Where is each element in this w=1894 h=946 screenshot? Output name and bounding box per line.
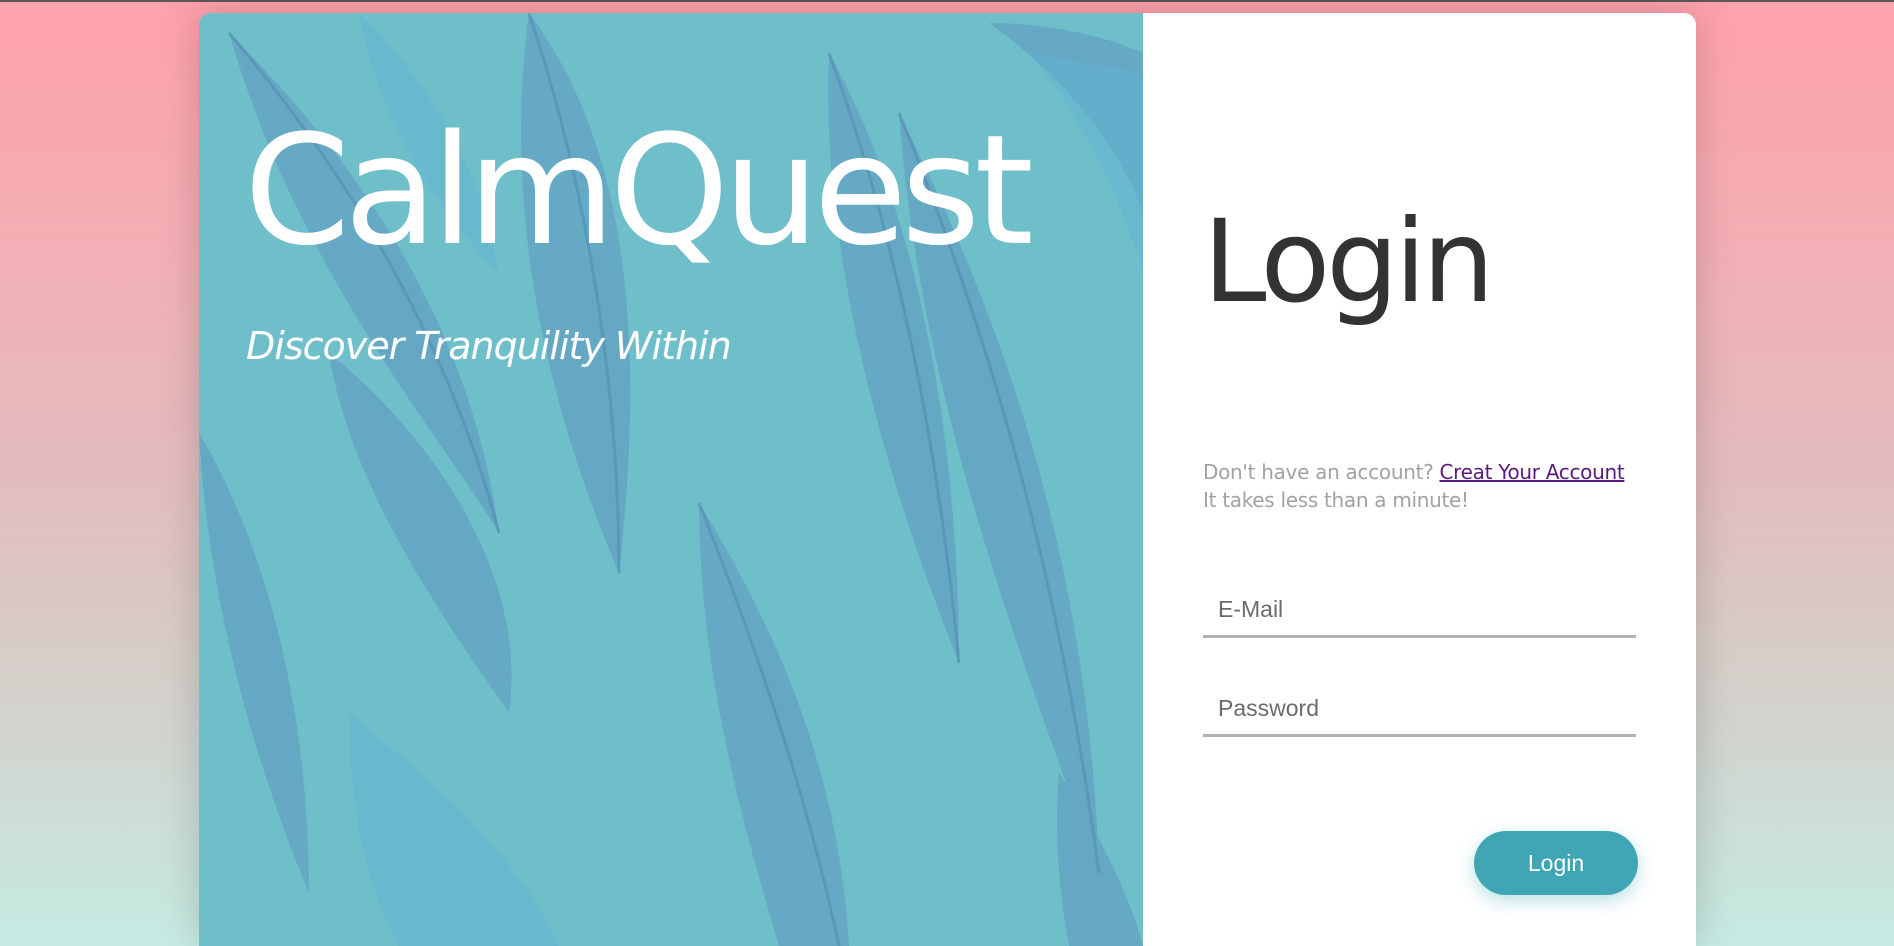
brand-title: CalmQuest	[244, 102, 1034, 279]
email-field-container	[1203, 583, 1636, 638]
signup-note: It takes less than a minute!	[1203, 488, 1469, 512]
password-field-container	[1203, 682, 1636, 737]
top-border	[0, 0, 1894, 2]
password-field[interactable]	[1203, 682, 1636, 734]
page-title: Login	[1203, 195, 1495, 328]
signup-prompt: Don't have an account? Creat Your Accoun…	[1203, 458, 1625, 514]
login-button[interactable]: Login	[1474, 831, 1638, 895]
hero-panel: CalmQuest Discover Tranquility Within	[199, 13, 1143, 946]
brand-tagline: Discover Tranquility Within	[246, 324, 732, 368]
login-card: CalmQuest Discover Tranquility Within Lo…	[199, 13, 1696, 946]
create-account-link[interactable]: Creat Your Account	[1439, 460, 1624, 484]
email-field[interactable]	[1203, 583, 1636, 635]
login-panel: Login Don't have an account? Creat Your …	[1143, 13, 1696, 946]
signup-prompt-text: Don't have an account?	[1203, 460, 1434, 484]
